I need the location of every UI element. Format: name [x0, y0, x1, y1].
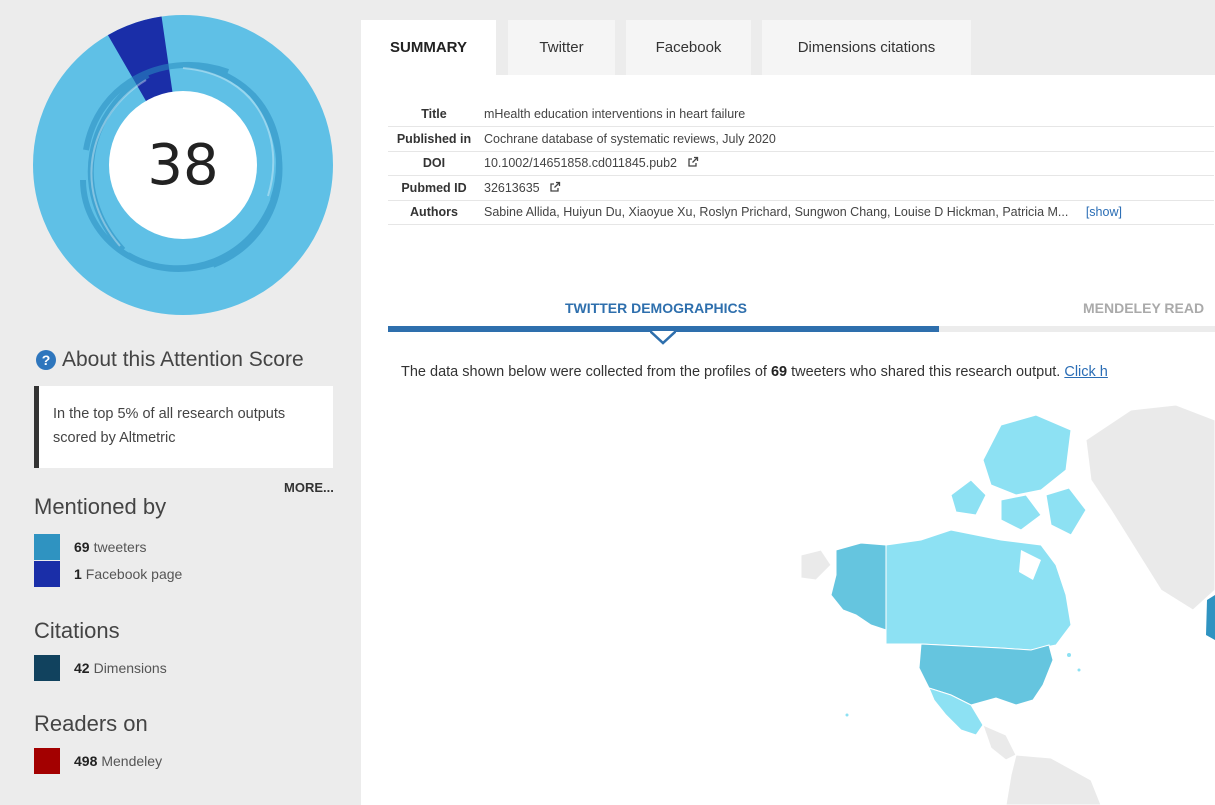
- mendeley-swatch: [34, 748, 60, 774]
- doi-row: DOI 10.1002/14651858.cd011845.pub2: [388, 151, 1214, 176]
- sidebar: 38 ? About this Attention Score In the t…: [0, 0, 361, 805]
- south-america: [1005, 754, 1102, 805]
- twitter-swatch: [34, 534, 60, 560]
- click-here-link[interactable]: Click h: [1064, 364, 1108, 380]
- pubmed-link[interactable]: 32613635: [484, 181, 540, 195]
- pubmed-label: Pubmed ID: [388, 175, 480, 201]
- tab-twitter[interactable]: Twitter: [508, 20, 615, 75]
- title-label: Title: [388, 102, 480, 127]
- europe-edge: [1206, 595, 1215, 640]
- tab-mendeley-readers[interactable]: MENDELEY READ: [1083, 288, 1204, 328]
- about-attention-score-label: About this Attention Score: [62, 348, 304, 371]
- legend-label: Facebook page: [85, 566, 183, 582]
- tab-summary[interactable]: SUMMARY: [361, 20, 496, 75]
- alaska: [830, 542, 887, 631]
- tab-caret-icon: [650, 331, 676, 345]
- canada: [885, 529, 1072, 651]
- authors-label: Authors: [388, 200, 480, 225]
- more-link[interactable]: MORE...: [284, 480, 334, 495]
- about-attention-score-link[interactable]: ? About this Attention Score: [36, 348, 304, 372]
- authors-value: Sabine Allida, Huiyun Du, Xiaoyue Xu, Ro…: [484, 205, 1069, 220]
- published-row: Published in Cochrane database of system…: [388, 126, 1214, 152]
- demographics-tabs: TWITTER DEMOGRAPHICS MENDELEY READ: [388, 288, 1215, 345]
- greenland: [1085, 404, 1215, 611]
- dimensions-swatch: [34, 655, 60, 681]
- legend-count: 69: [74, 539, 90, 555]
- title-value: mHealth education interventions in heart…: [480, 102, 1214, 127]
- doi-link[interactable]: 10.1002/14651858.cd011845.pub2: [484, 156, 677, 170]
- legend-mendeley[interactable]: 498 Mendeley: [34, 748, 162, 774]
- central-america: [982, 724, 1017, 761]
- legend-count: 42: [74, 660, 90, 676]
- tab-dimensions-citations[interactable]: Dimensions citations: [762, 20, 971, 75]
- show-authors-link[interactable]: [show]: [1086, 205, 1122, 219]
- legend-dimensions[interactable]: 42 Dimensions: [34, 655, 167, 681]
- citations-heading: Citations: [34, 618, 120, 643]
- legend-label: tweeters: [93, 539, 147, 555]
- question-circle-icon: ?: [36, 350, 56, 370]
- external-link-icon[interactable]: [549, 181, 561, 193]
- legend-label: Dimensions: [93, 660, 167, 676]
- readers-heading: Readers on: [34, 711, 148, 736]
- tab-bar: SUMMARY Twitter Facebook Dimensions cita…: [361, 0, 1215, 75]
- pubmed-row: Pubmed ID 32613635: [388, 175, 1214, 201]
- demographics-description: The data shown below were collected from…: [401, 364, 1108, 380]
- doi-label: DOI: [388, 151, 480, 176]
- mentioned-by-heading: Mentioned by: [34, 494, 167, 519]
- authors-row: Authors Sabine Allida, Huiyun Du, Xiaoyu…: [388, 200, 1214, 225]
- facebook-swatch: [34, 561, 60, 587]
- legend-count: 498: [74, 753, 98, 769]
- score-rank-box: In the top 5% of all research outputs sc…: [34, 386, 333, 468]
- legend-facebook[interactable]: 1 Facebook page: [34, 561, 182, 587]
- legend-tweeters[interactable]: 69 tweeters: [34, 534, 147, 560]
- tweeter-count: 69: [770, 364, 788, 380]
- tab-facebook[interactable]: Facebook: [626, 20, 751, 75]
- title-row: Title mHealth education interventions in…: [388, 102, 1214, 127]
- article-details-table: Title mHealth education interventions in…: [388, 102, 1214, 225]
- published-label: Published in: [388, 126, 480, 152]
- twitter-demographics-map[interactable]: [801, 400, 1215, 805]
- legend-count: 1: [74, 566, 82, 582]
- legend-label: Mendeley: [101, 753, 163, 769]
- attention-score: 38: [147, 132, 219, 198]
- published-value: Cochrane database of systematic reviews,…: [480, 126, 1214, 152]
- tab-twitter-demographics[interactable]: TWITTER DEMOGRAPHICS: [565, 288, 747, 328]
- russia-edge: [801, 549, 832, 581]
- external-link-icon[interactable]: [687, 156, 699, 168]
- main-content: SUMMARY Twitter Facebook Dimensions cita…: [361, 0, 1215, 805]
- arctic-islands: [982, 414, 1072, 496]
